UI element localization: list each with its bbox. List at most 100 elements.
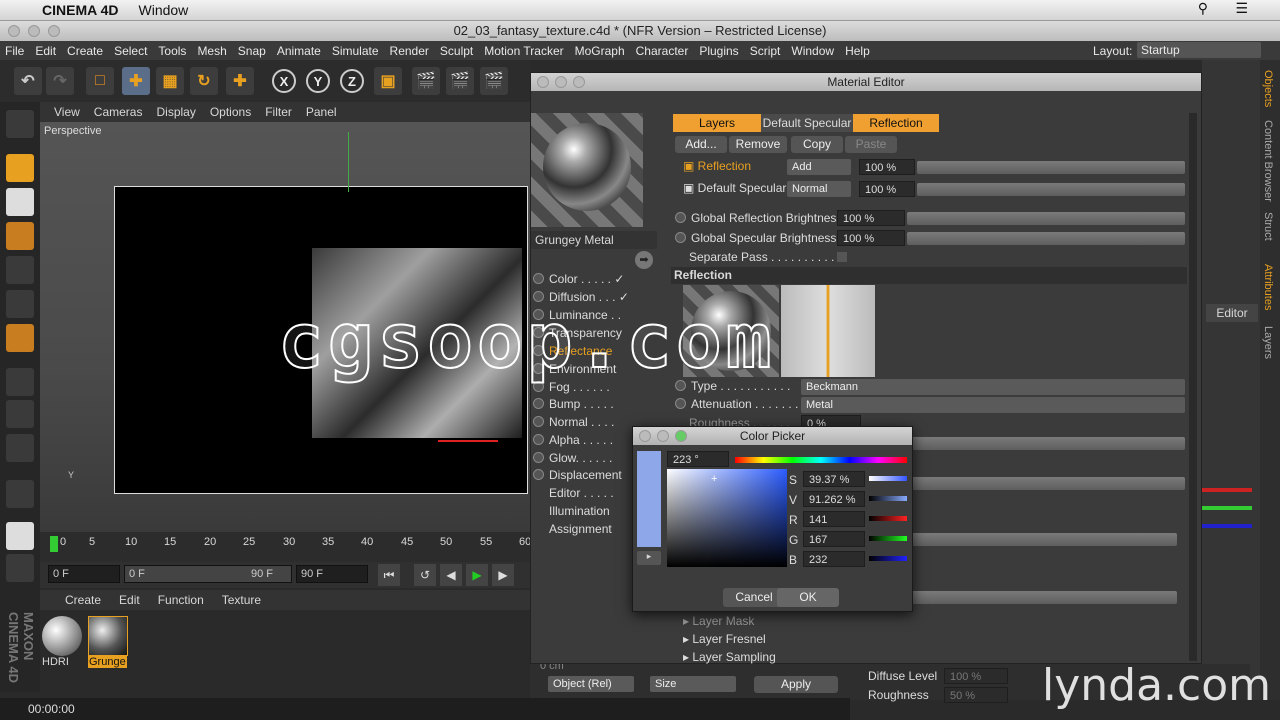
render-picture-viewer-icon[interactable]: 🎬 — [446, 67, 474, 95]
next-frame-icon[interactable]: ▶ — [492, 564, 514, 586]
tab-layers-reflect[interactable]: Layers — [673, 114, 761, 132]
material-name-field[interactable]: Grungey Metal — [531, 231, 657, 249]
viewport-filter-menu[interactable]: Filter — [265, 105, 292, 119]
menu-window[interactable]: Window — [791, 44, 834, 58]
channel-assignment[interactable]: Assignment — [549, 520, 612, 538]
global-reflection-field[interactable]: 100 % — [837, 210, 905, 226]
layer-reflection-name[interactable]: ▣ Reflection — [683, 159, 751, 173]
locked-workplane-icon[interactable] — [6, 554, 34, 582]
material-arrow-icon[interactable]: ➡ — [635, 251, 653, 269]
param-slider-4[interactable] — [911, 591, 1177, 604]
size-dropdown[interactable]: Size — [650, 676, 736, 692]
frame-range-slider[interactable]: 0 F 90 F — [124, 565, 292, 583]
param-slider-3[interactable] — [911, 533, 1177, 546]
b-slider[interactable] — [869, 556, 907, 561]
end-frame-field[interactable]: 90 F — [296, 565, 368, 583]
edges-mode-icon[interactable] — [6, 290, 34, 318]
coordinate-system-icon[interactable]: ▣ — [374, 67, 402, 95]
layer-reflection-mode[interactable]: Add — [787, 159, 851, 175]
channel-alpha[interactable]: Alpha . . . . . — [533, 431, 613, 449]
layer-default-specular-name[interactable]: ▣ Default Specular — [683, 181, 786, 195]
close-window-button[interactable] — [8, 25, 20, 37]
move-icon[interactable]: ✚ — [122, 67, 150, 95]
attributes-editor-button[interactable]: Editor — [1206, 304, 1258, 322]
render-view-icon[interactable]: 🎬 — [412, 67, 440, 95]
playhead[interactable] — [50, 536, 58, 552]
tab-layers[interactable]: Layers — [1262, 326, 1274, 359]
axis-mode-icon[interactable] — [6, 368, 34, 396]
paste-layer-button[interactable]: Paste — [845, 136, 897, 153]
x-axis-handle[interactable] — [438, 440, 498, 442]
s-field[interactable]: 39.37 % — [803, 471, 865, 487]
tab-content-browser[interactable]: Content Browser — [1262, 120, 1274, 202]
viewport-panel-menu[interactable]: Panel — [306, 105, 337, 119]
add-layer-button[interactable]: Add... — [675, 136, 727, 153]
menu-help[interactable]: Help — [845, 44, 870, 58]
channel-editor[interactable]: Editor . . . . . — [549, 484, 614, 502]
window-menu[interactable]: Window — [139, 2, 189, 18]
menu-snap[interactable]: Snap — [238, 44, 266, 58]
r-slider[interactable] — [869, 516, 907, 521]
v-field[interactable]: 91.262 % — [803, 491, 865, 507]
list-icon[interactable]: ☰ — [1235, 0, 1248, 17]
copy-layer-button[interactable]: Copy — [791, 136, 843, 153]
material-editor-scrollbar[interactable] — [1189, 113, 1197, 661]
menu-script[interactable]: Script — [750, 44, 781, 58]
r-field[interactable]: 141 — [803, 511, 865, 527]
medit-zoom-button[interactable] — [573, 76, 585, 88]
b-field[interactable]: 232 — [803, 551, 865, 567]
menu-character[interactable]: Character — [636, 44, 689, 58]
attenuation-dropdown[interactable]: Metal — [801, 397, 1185, 413]
zoom-window-button[interactable] — [48, 25, 60, 37]
viewport-display-menu[interactable]: Display — [156, 105, 195, 119]
menu-tools[interactable]: Tools — [158, 44, 186, 58]
global-specular-slider[interactable] — [907, 232, 1185, 245]
diffuse-level-field[interactable]: 100 % — [944, 668, 1008, 684]
material-thumb-grunge[interactable] — [88, 616, 128, 656]
material-thumb-hdri[interactable] — [42, 616, 82, 656]
layer-reflection-opacity[interactable]: 100 % — [859, 159, 915, 175]
g-slider[interactable] — [869, 536, 907, 541]
scale-icon[interactable]: ▦ — [156, 67, 184, 95]
cp-minimize-button[interactable] — [657, 430, 669, 442]
make-editable-icon[interactable] — [6, 110, 34, 138]
viewport-view-menu[interactable]: View — [54, 105, 80, 119]
live-selection-icon[interactable]: □ — [86, 67, 114, 95]
points-mode-icon[interactable] — [6, 256, 34, 284]
medit-close-button[interactable] — [537, 76, 549, 88]
timeline[interactable]: 0 5 10 15 20 25 30 35 40 45 50 55 60 — [40, 532, 531, 562]
remove-layer-button[interactable]: Remove — [729, 136, 787, 153]
matmgr-function-menu[interactable]: Function — [158, 593, 204, 607]
z-axis-lock-button[interactable]: Z — [340, 69, 364, 93]
apply-button[interactable]: Apply — [754, 676, 838, 693]
solo-icon[interactable] — [6, 434, 34, 462]
layer-mask-section[interactable]: ▸ Layer Mask — [683, 614, 754, 628]
play-icon[interactable]: ▶ — [466, 564, 488, 586]
matmgr-create-menu[interactable]: Create — [65, 593, 101, 607]
workplane-mode-icon[interactable] — [6, 222, 34, 250]
snap-icon[interactable] — [6, 480, 34, 508]
menu-animate[interactable]: Animate — [277, 44, 321, 58]
menu-plugins[interactable]: Plugins — [699, 44, 738, 58]
layer-sampling-section[interactable]: ▸ Layer Sampling — [683, 650, 776, 664]
menu-create[interactable]: Create — [67, 44, 103, 58]
search-icon[interactable]: ⚲ — [1198, 0, 1208, 17]
saturation-value-field[interactable]: + — [667, 469, 787, 567]
ok-button[interactable]: OK — [777, 588, 839, 607]
type-dropdown[interactable]: Beckmann — [801, 379, 1185, 395]
matmgr-texture-menu[interactable]: Texture — [222, 593, 261, 607]
menu-mesh[interactable]: Mesh — [197, 44, 226, 58]
channel-bump[interactable]: Bump . . . . . — [533, 395, 614, 413]
menu-sculpt[interactable]: Sculpt — [440, 44, 473, 58]
g-field[interactable]: 167 — [803, 531, 865, 547]
render-settings-icon[interactable]: 🎬 — [480, 67, 508, 95]
channel-normal[interactable]: Normal . . . . — [533, 413, 614, 431]
x-axis-lock-button[interactable]: X — [272, 69, 296, 93]
layer-specular-slider[interactable] — [917, 183, 1185, 196]
minimize-window-button[interactable] — [28, 25, 40, 37]
tab-objects[interactable]: Objects — [1262, 70, 1274, 107]
tab-reflection[interactable]: Reflection — [853, 114, 939, 132]
tab-attributes[interactable]: Attributes — [1262, 264, 1274, 310]
channel-displacement[interactable]: Displacement — [533, 466, 622, 484]
polygons-mode-icon[interactable] — [6, 324, 34, 352]
